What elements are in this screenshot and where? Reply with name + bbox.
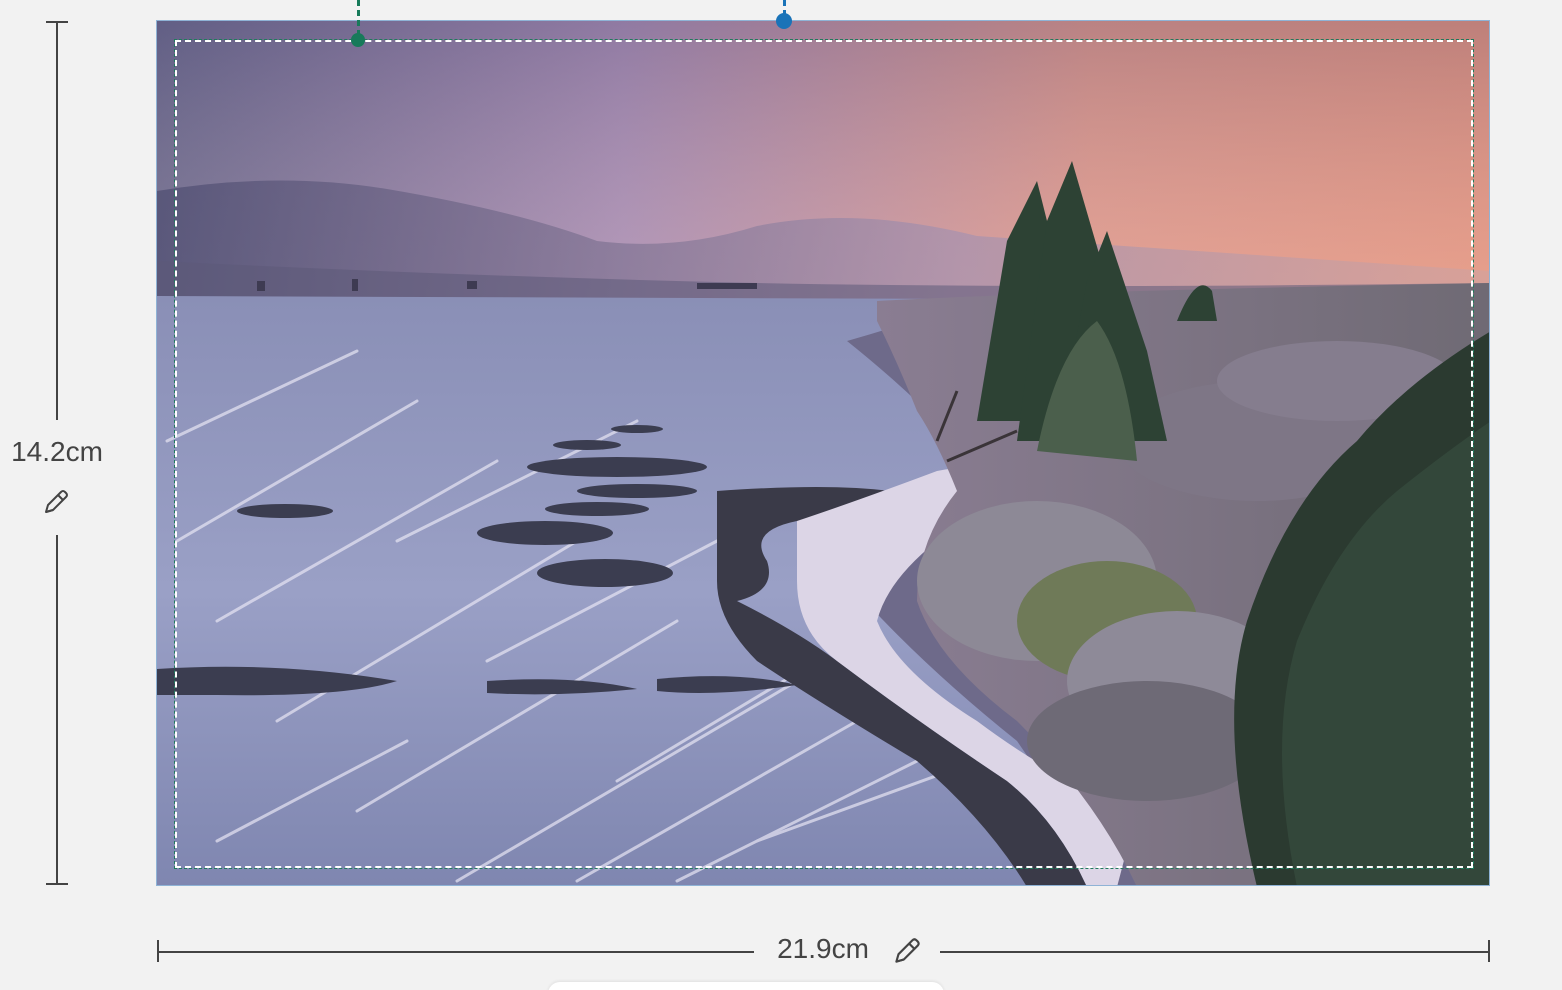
pencil-icon[interactable] [40, 486, 72, 518]
height-value[interactable]: 14.2cm [0, 436, 114, 468]
height-ruler-line [56, 535, 58, 883]
bleed-handle[interactable] [776, 13, 792, 29]
pencil-icon[interactable] [890, 934, 924, 968]
height-ruler-line [56, 22, 58, 420]
photo-image [157, 21, 1489, 885]
bottom-toolbar-panel [548, 982, 944, 990]
height-ruler-cap-bottom [46, 883, 68, 885]
safe-area-handle[interactable] [351, 33, 365, 47]
safe-area-handle-line [357, 0, 360, 36]
width-ruler-line [158, 951, 754, 953]
editor-canvas: 14.2cm 21.9cm [0, 0, 1562, 990]
width-value[interactable]: 21.9cm [760, 933, 886, 965]
width-ruler-line [940, 951, 1489, 953]
width-ruler-cap-right [1488, 940, 1490, 962]
landscape-photo[interactable] [156, 20, 1490, 886]
